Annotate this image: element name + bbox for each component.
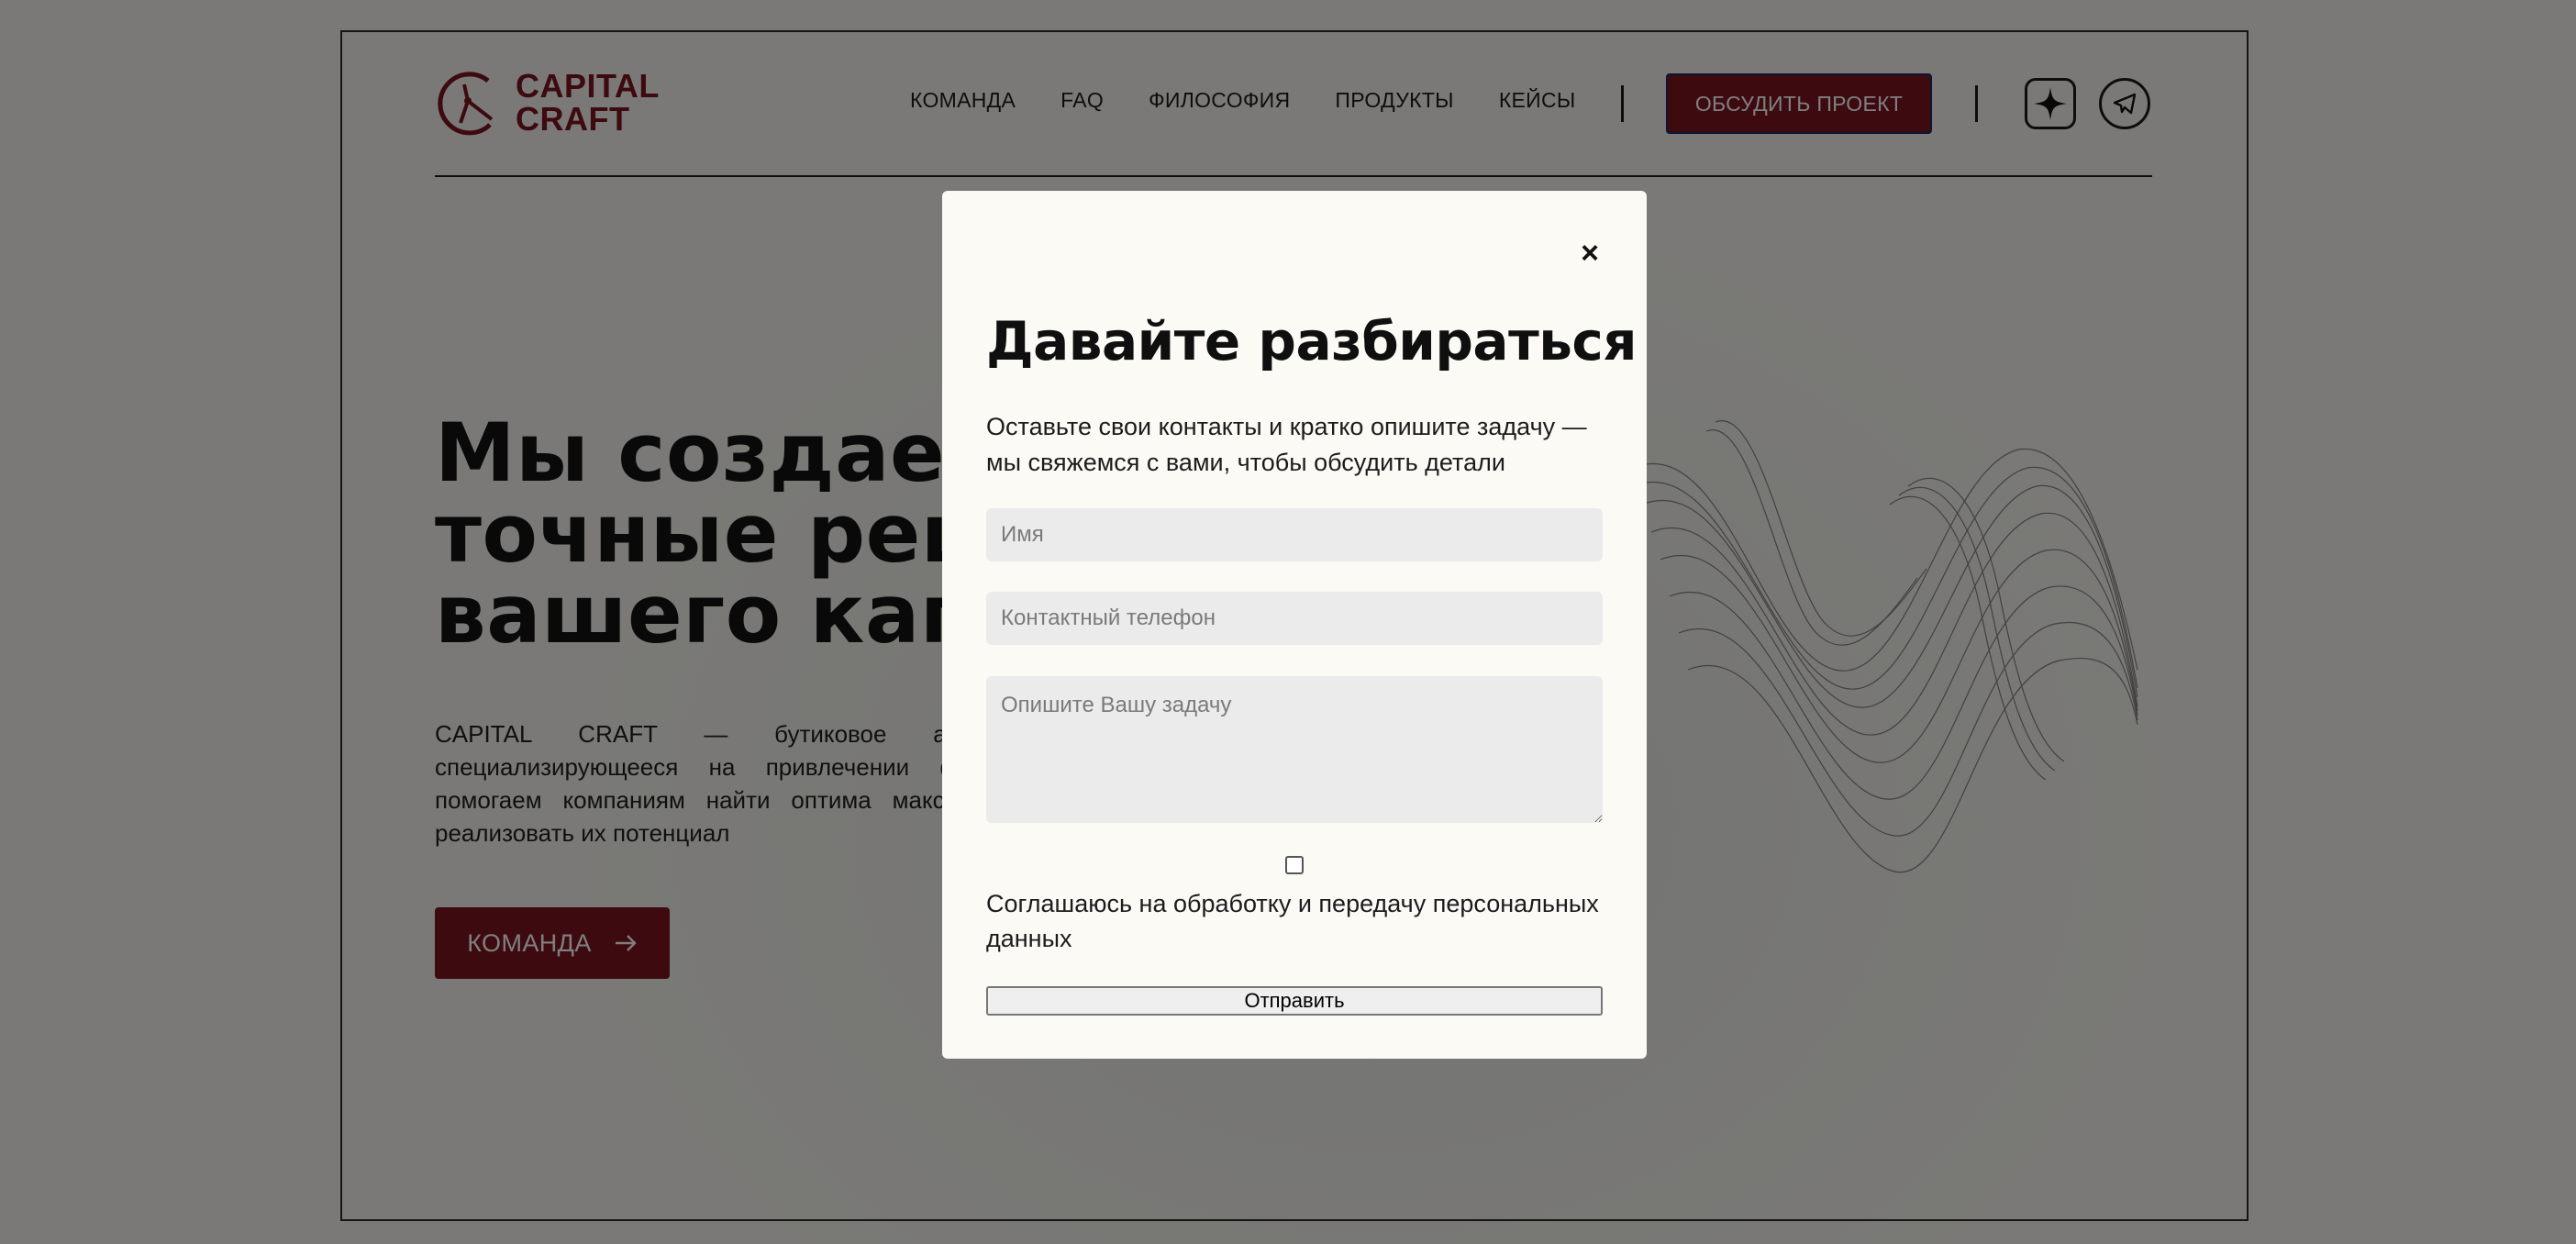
task-textarea[interactable]: [986, 676, 1603, 823]
phone-input[interactable]: [986, 592, 1603, 645]
consent-checkbox[interactable]: [1285, 856, 1304, 874]
modal-subtitle: Оставьте свои контакты и кратко опишите …: [986, 413, 1587, 476]
consent-label: Соглашаюсь на обработку и передачу персо…: [986, 890, 1599, 952]
close-icon[interactable]: ×: [1577, 238, 1603, 269]
modal-title: Давайте разбираться: [986, 310, 1638, 372]
contact-modal: × Давайте разбираться Оставьте свои конт…: [942, 191, 1647, 1059]
submit-button[interactable]: Отправить: [986, 986, 1603, 1016]
name-input[interactable]: [986, 508, 1603, 561]
